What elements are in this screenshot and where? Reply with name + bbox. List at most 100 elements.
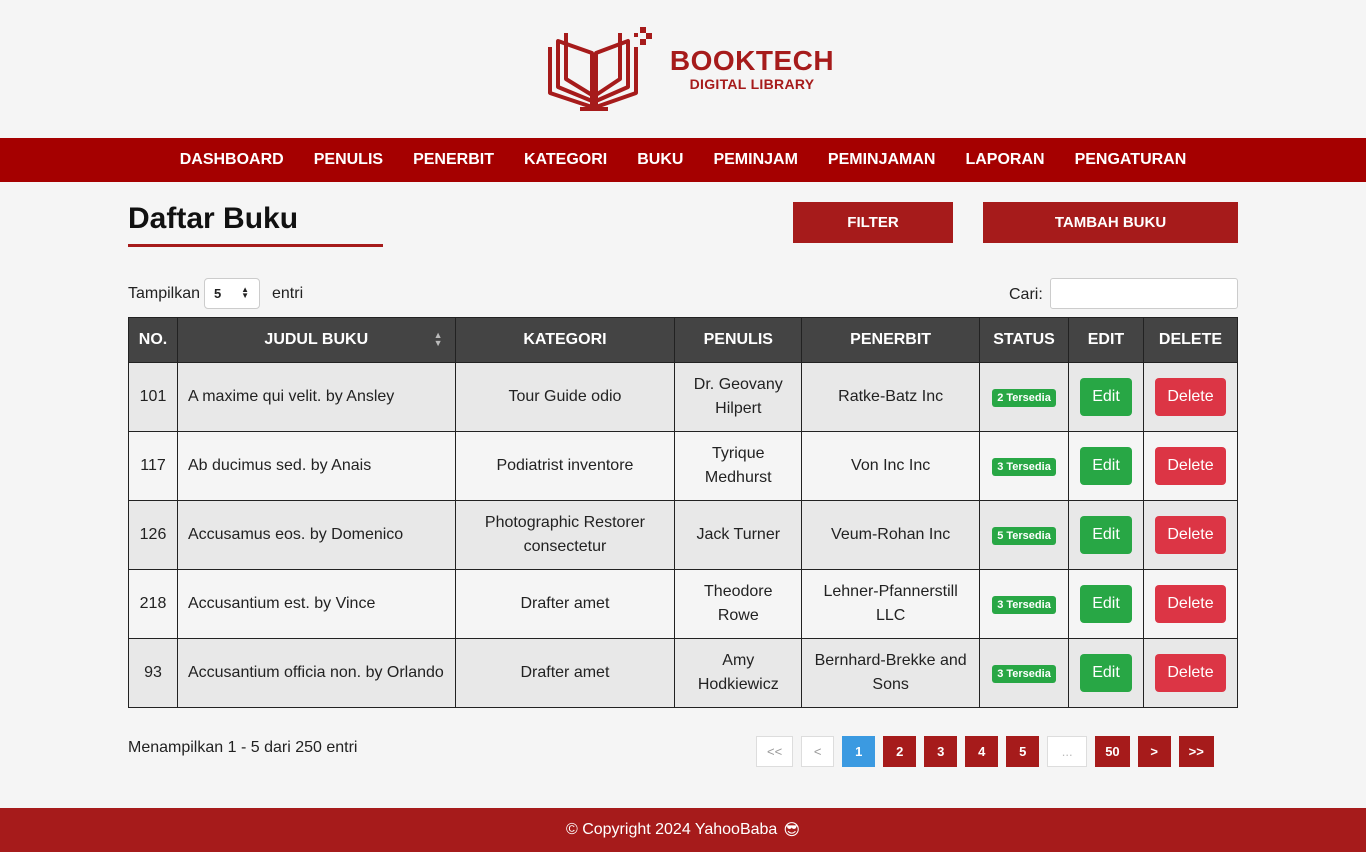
cell-no: 218: [128, 569, 178, 639]
cell-delete: Delete: [1142, 362, 1239, 432]
cell-publisher: Veum-Rohan Inc: [801, 500, 981, 570]
col-header-author[interactable]: PENULIS: [674, 317, 803, 363]
status-badge: 3 Tersedia: [992, 458, 1056, 476]
nav-peminjam[interactable]: PEMINJAM: [698, 151, 812, 169]
table-row: 117 Ab ducimus sed. by Anais Podiatrist …: [128, 431, 1239, 501]
sunglasses-emoji-icon: 😎: [783, 822, 801, 839]
cell-title: Accusamus eos. by Domenico: [176, 500, 456, 570]
title-row: Daftar Buku FILTER TAMBAH BUKU: [128, 182, 1238, 248]
status-badge: 3 Tersedia: [992, 665, 1056, 683]
nav-laporan[interactable]: LAPORAN: [950, 151, 1059, 169]
page-prev-button[interactable]: <: [801, 736, 835, 767]
nav-peminjaman[interactable]: PEMINJAMAN: [813, 151, 951, 169]
footer: © Copyright 2024 YahooBaba 😎: [0, 808, 1366, 852]
main-nav: DASHBOARD PENULIS PENERBIT KATEGORI BUKU…: [0, 138, 1366, 182]
cell-author: Jack Turner: [674, 500, 803, 570]
nav-dashboard[interactable]: DASHBOARD: [165, 151, 299, 169]
cell-author: Tyrique Medhurst: [674, 431, 803, 501]
page-1-button[interactable]: 1: [842, 736, 876, 767]
table-row: 101 A maxime qui velit. by Ansley Tour G…: [128, 362, 1239, 432]
add-book-button[interactable]: TAMBAH BUKU: [983, 202, 1238, 243]
cell-edit: Edit: [1067, 569, 1144, 639]
col-header-status[interactable]: STATUS: [979, 317, 1069, 363]
cell-no: 126: [128, 500, 178, 570]
nav-kategori[interactable]: KATEGORI: [509, 151, 622, 169]
delete-button[interactable]: Delete: [1155, 585, 1226, 623]
nav-buku[interactable]: BUKU: [622, 151, 698, 169]
page-3-button[interactable]: 3: [924, 736, 958, 767]
brand-title: BOOKTECH: [669, 45, 835, 76]
cell-publisher: Lehner-Pfannerstill LLC: [801, 569, 981, 639]
cell-status: 5 Tersedia: [979, 500, 1069, 570]
cell-author: Theodore Rowe: [674, 569, 803, 639]
header: BOOKTECH DIGITAL LIBRARY: [0, 0, 1366, 138]
cell-category: Podiatrist inventore: [454, 431, 676, 501]
search-label: Cari:: [1009, 286, 1043, 303]
edit-button[interactable]: Edit: [1080, 654, 1132, 692]
nav-penerbit[interactable]: PENERBIT: [398, 151, 509, 169]
page-next-button[interactable]: >: [1137, 736, 1171, 767]
delete-button[interactable]: Delete: [1155, 516, 1226, 554]
edit-button[interactable]: Edit: [1080, 516, 1132, 554]
cell-author: Amy Hodkiewicz: [674, 638, 803, 708]
show-entries-label: Tampilkan: [128, 285, 201, 302]
cell-publisher: Ratke-Batz Inc: [801, 362, 981, 432]
status-badge: 2 Tersedia: [992, 389, 1056, 407]
cell-publisher: Von Inc Inc: [801, 431, 981, 501]
brand-text: BOOKTECH DIGITAL LIBRARY: [669, 45, 835, 93]
cell-edit: Edit: [1067, 638, 1144, 708]
entries-label: entri: [272, 285, 304, 302]
main-content: Daftar Buku FILTER TAMBAH BUKU Tampilkan…: [128, 182, 1239, 767]
brand-logo[interactable]: BOOKTECH DIGITAL LIBRARY: [540, 25, 834, 113]
cell-no: 93: [128, 638, 178, 708]
nav-penulis[interactable]: PENULIS: [299, 151, 398, 169]
sort-icon: ▲ ▼: [433, 330, 443, 348]
search-input[interactable]: [1050, 278, 1238, 309]
copyright-text: © Copyright 2024 YahooBaba: [565, 821, 778, 838]
entries-summary: Menampilkan 1 - 5 dari 250 entri: [128, 739, 358, 756]
col-header-delete: DELETE: [1142, 317, 1239, 363]
cell-no: 117: [128, 431, 178, 501]
cell-edit: Edit: [1067, 431, 1144, 501]
entries-per-page-select[interactable]: 5 ▲ ▼: [204, 278, 260, 309]
page-50-button[interactable]: 50: [1095, 736, 1130, 767]
cell-edit: Edit: [1067, 362, 1144, 432]
table-row: 93 Accusantium officia non. by Orlando D…: [128, 638, 1239, 708]
cell-title: Accusantium officia non. by Orlando: [176, 638, 456, 708]
title-underline: [128, 244, 383, 247]
page-ellipsis: ...: [1047, 736, 1088, 767]
edit-button[interactable]: Edit: [1080, 585, 1132, 623]
col-header-title[interactable]: JUDUL BUKU ▲ ▼: [176, 317, 456, 363]
col-header-publisher[interactable]: PENERBIT: [801, 317, 981, 363]
cell-title: Accusantium est. by Vince: [176, 569, 456, 639]
book-logo-icon: [547, 27, 652, 111]
table-row: 126 Accusamus eos. by Domenico Photograp…: [128, 500, 1239, 570]
edit-button[interactable]: Edit: [1080, 378, 1132, 416]
cell-delete: Delete: [1142, 569, 1239, 639]
delete-button[interactable]: Delete: [1155, 654, 1226, 692]
cell-no: 101: [128, 362, 178, 432]
cell-edit: Edit: [1067, 500, 1144, 570]
col-header-category[interactable]: KATEGORI: [454, 317, 676, 363]
cell-title: A maxime qui velit. by Ansley: [176, 362, 456, 432]
table-row: 218 Accusantium est. by Vince Drafter am…: [128, 569, 1239, 639]
page-title: Daftar Buku: [128, 202, 299, 235]
col-header-no[interactable]: NO.: [128, 317, 178, 363]
cell-delete: Delete: [1142, 500, 1239, 570]
cell-title: Ab ducimus sed. by Anais: [176, 431, 456, 501]
page-2-button[interactable]: 2: [883, 736, 917, 767]
cell-author: Dr. Geovany Hilpert: [674, 362, 803, 432]
pagination: << < 1 2 3 4 5 ... 50 > >>: [756, 736, 1214, 767]
edit-button[interactable]: Edit: [1080, 447, 1132, 485]
delete-button[interactable]: Delete: [1155, 447, 1226, 485]
nav-pengaturan[interactable]: PENGATURAN: [1060, 151, 1202, 169]
delete-button[interactable]: Delete: [1155, 378, 1226, 416]
status-badge: 3 Tersedia: [992, 596, 1056, 614]
page-first-button[interactable]: <<: [756, 736, 794, 767]
cell-status: 3 Tersedia: [979, 569, 1069, 639]
page-4-button[interactable]: 4: [965, 736, 999, 767]
select-arrows-icon: ▲ ▼: [241, 285, 249, 300]
page-last-button[interactable]: >>: [1178, 736, 1214, 767]
filter-button[interactable]: FILTER: [793, 202, 953, 243]
page-5-button[interactable]: 5: [1006, 736, 1040, 767]
